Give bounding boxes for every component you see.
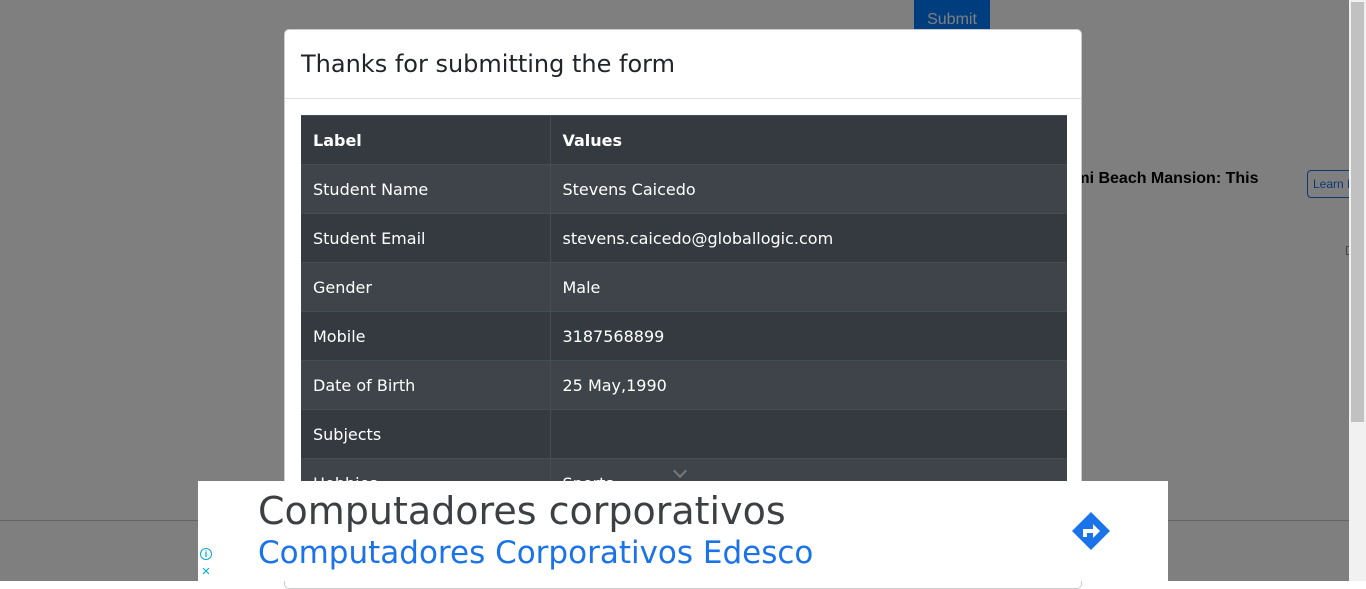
row-label: Gender [301,262,551,312]
table-row: Student Name Stevens Caicedo [301,164,1067,214]
row-label: Subjects [301,409,551,459]
modal-title: Thanks for submitting the form [301,50,675,78]
table-row: Gender Male [301,262,1067,312]
row-label: Mobile [301,311,551,361]
scrollbar-thumb[interactable] [1351,2,1364,422]
table-header-label: Label [301,115,551,165]
row-label: Date of Birth [301,360,551,410]
table-row: Student Email stevens.caicedo@globallogi… [301,213,1067,263]
submission-table: Label Values Student Name Stevens Caiced… [301,115,1067,508]
row-value: Male [550,262,1067,312]
close-icon[interactable]: × [200,564,212,579]
row-value: 25 May,1990 [550,360,1067,410]
table-header-row: Label Values [301,115,1067,165]
ad-title[interactable]: Computadores corporativos [258,489,786,533]
page-scrollbar[interactable] [1349,0,1366,581]
table-row: Date of Birth 25 May,1990 [301,360,1067,410]
table-header-values: Values [550,115,1067,165]
ad-subtitle[interactable]: Computadores Corporativos Edesco [258,535,813,571]
table-row: Subjects [301,409,1067,459]
modal-body: Label Values Student Name Stevens Caiced… [285,99,1081,524]
modal-header: Thanks for submitting the form [285,30,1081,99]
directions-icon[interactable] [1071,511,1111,551]
row-value: Stevens Caicedo [550,164,1067,214]
row-value: 3187568899 [550,311,1067,361]
table-row: Mobile 3187568899 [301,311,1067,361]
row-value [550,409,1067,459]
info-icon[interactable]: i [200,548,212,560]
ad-banner[interactable]: Computadores corporativos Computadores C… [198,481,1168,581]
row-label: Student Email [301,213,551,263]
row-label: Student Name [301,164,551,214]
row-value: stevens.caicedo@globallogic.com [550,213,1067,263]
